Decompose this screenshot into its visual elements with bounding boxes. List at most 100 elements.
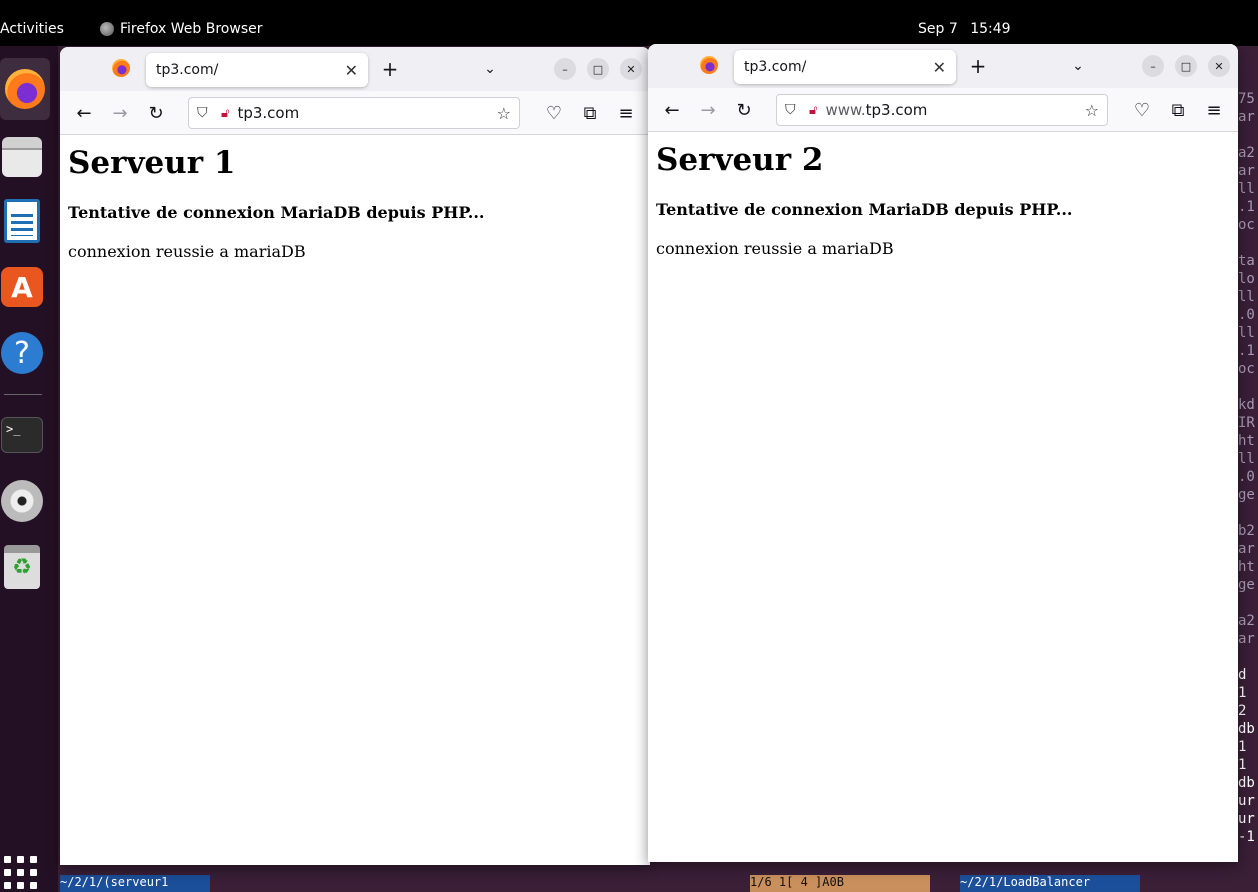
firefox-view-icon[interactable] xyxy=(700,56,718,74)
bookmark-star-icon[interactable]: ☆ xyxy=(1085,101,1099,120)
terminal-line: 2 xyxy=(1238,703,1247,719)
terminal-line: ar xyxy=(1238,631,1255,647)
tab-bar: tp3.com/ ✕ + ⌄ – □ ✕ xyxy=(648,44,1238,88)
terminal-line: 1 xyxy=(1238,685,1247,701)
terminal-line: ur xyxy=(1238,811,1255,827)
terminal-line: db xyxy=(1238,775,1255,791)
firefox-icon xyxy=(5,69,45,109)
bookmark-star-icon[interactable]: ☆ xyxy=(497,104,511,123)
terminal-line: a2 xyxy=(1238,613,1255,629)
url-domain: tp3.com xyxy=(865,101,928,119)
terminal-line: ht xyxy=(1238,433,1255,449)
reload-icon[interactable]: ↻ xyxy=(144,101,168,125)
dock-help[interactable]: ? xyxy=(1,332,43,374)
background-terminal-text: 75 ar a2 ar ll .1 oc ta lo ll .0 ll .1 oc kd IR ht ll.… xyxy=(1238,90,1255,846)
page-heading: Serveur 1 xyxy=(68,145,236,181)
active-app-label: Firefox Web Browser xyxy=(120,21,263,37)
url-bar[interactable]: ⛉ 🔓︎ www. tp3.com ☆ xyxy=(776,94,1108,126)
minimize-icon[interactable]: – xyxy=(1142,55,1164,77)
menu-hamburger-icon[interactable]: ≡ xyxy=(1202,98,1226,122)
connection-message: connexion reussie a mariaDB xyxy=(656,239,894,258)
back-arrow-icon[interactable]: ← xyxy=(72,101,96,125)
dock-dvd[interactable] xyxy=(1,480,43,522)
active-app-menu[interactable]: Firefox Web Browser xyxy=(100,21,263,37)
pocket-icon[interactable]: ♡ xyxy=(542,101,566,125)
dock-app-store[interactable]: A xyxy=(1,266,43,308)
top-bar: Activities Firefox Web Browser Sep 7 15:… xyxy=(0,0,1258,46)
terminal-line: ur xyxy=(1238,793,1255,809)
shield-icon[interactable]: ⛉ xyxy=(785,102,803,118)
tab-active[interactable]: tp3.com/ ✕ xyxy=(734,50,956,84)
dock-separator xyxy=(4,394,42,395)
dock-firefox[interactable] xyxy=(0,58,50,120)
firefox-view-icon[interactable] xyxy=(112,59,130,77)
terminal-line: ta xyxy=(1238,253,1255,269)
page-subheading: Tentative de connexion MariaDB depuis PH… xyxy=(656,200,1073,219)
clock-time: 15:49 xyxy=(970,21,1011,37)
terminal-line: oc xyxy=(1238,217,1255,233)
maximize-icon[interactable]: □ xyxy=(587,58,609,80)
insecure-lock-icon[interactable]: 🔓︎ xyxy=(221,106,229,121)
terminal-line: a2 xyxy=(1238,145,1255,161)
terminal-line: db xyxy=(1238,721,1255,737)
close-icon[interactable]: ✕ xyxy=(1208,55,1230,77)
terminal-line: ll xyxy=(1238,451,1255,467)
shield-icon[interactable]: ⛉ xyxy=(197,105,215,121)
tmux-status-left: ~/2/1/(serveur1 xyxy=(60,875,210,892)
terminal-line: ll xyxy=(1238,289,1255,305)
dock-writer[interactable] xyxy=(1,199,43,243)
trash-icon: ♻ xyxy=(4,545,40,589)
tmux-status-mid: 1/6 1[ 4 ]A0B xyxy=(750,875,930,892)
help-icon: ? xyxy=(1,332,43,374)
firefox-window-2[interactable]: tp3.com/ ✕ + ⌄ – □ ✕ ← → ↻ ⛉ 🔓︎ www. tp3… xyxy=(648,44,1238,862)
terminal-line: d xyxy=(1238,667,1247,683)
tab-close-icon[interactable]: ✕ xyxy=(933,58,946,77)
dvd-icon xyxy=(1,480,43,522)
tab-close-icon[interactable]: ✕ xyxy=(345,61,358,80)
firefox-app-icon xyxy=(100,22,114,36)
activities-button[interactable]: Activities xyxy=(0,21,64,37)
url-prefix: www. xyxy=(825,101,866,119)
terminal-line: ar xyxy=(1238,541,1255,557)
dock: A ? >_ ♻ xyxy=(0,46,58,892)
reload-icon[interactable]: ↻ xyxy=(732,98,756,122)
terminal-line: ge xyxy=(1238,487,1255,503)
nav-bar: ← → ↻ ⛉ 🔓︎ tp3.com ☆ ♡ ⧉ ≡ xyxy=(60,91,650,135)
terminal-line: lo xyxy=(1238,271,1255,287)
forward-arrow-icon[interactable]: → xyxy=(696,98,720,122)
terminal-line: -1 xyxy=(1238,829,1255,845)
clock[interactable]: Sep 7 15:49 xyxy=(918,21,1011,37)
terminal-line: .0 xyxy=(1238,307,1255,323)
terminal-line: ht xyxy=(1238,559,1255,575)
pocket-icon[interactable]: ♡ xyxy=(1130,98,1154,122)
new-tab-icon[interactable]: + xyxy=(966,54,990,78)
nav-bar: ← → ↻ ⛉ 🔓︎ www. tp3.com ☆ ♡ ⧉ ≡ xyxy=(648,88,1238,132)
tab-title: tp3.com/ xyxy=(156,62,219,78)
tab-active[interactable]: tp3.com/ ✕ xyxy=(146,53,368,87)
show-apps-grid-icon[interactable] xyxy=(2,854,38,890)
back-arrow-icon[interactable]: ← xyxy=(660,98,684,122)
extensions-icon[interactable]: ⧉ xyxy=(1166,98,1190,122)
tmux-status-right: ~/2/1/LoadBalancer xyxy=(960,875,1140,892)
extensions-icon[interactable]: ⧉ xyxy=(578,101,602,125)
terminal-line: .0 xyxy=(1238,469,1255,485)
list-tabs-chevron-down-icon[interactable]: ⌄ xyxy=(1066,54,1090,78)
tab-title: tp3.com/ xyxy=(744,59,807,75)
new-tab-icon[interactable]: + xyxy=(378,57,402,81)
menu-hamburger-icon[interactable]: ≡ xyxy=(614,101,638,125)
page-subheading: Tentative de connexion MariaDB depuis PH… xyxy=(68,203,485,222)
list-tabs-chevron-down-icon[interactable]: ⌄ xyxy=(478,57,502,81)
firefox-window-1[interactable]: tp3.com/ ✕ + ⌄ – □ ✕ ← → ↻ ⛉ 🔓︎ tp3.com … xyxy=(60,47,650,865)
forward-arrow-icon[interactable]: → xyxy=(108,101,132,125)
maximize-icon[interactable]: □ xyxy=(1175,55,1197,77)
dock-files[interactable] xyxy=(1,136,43,178)
close-icon[interactable]: ✕ xyxy=(620,58,642,80)
url-bar[interactable]: ⛉ 🔓︎ tp3.com ☆ xyxy=(188,97,520,129)
writer-icon xyxy=(4,199,40,243)
dock-trash[interactable]: ♻ xyxy=(1,545,43,589)
minimize-icon[interactable]: – xyxy=(554,58,576,80)
insecure-lock-icon[interactable]: 🔓︎ xyxy=(809,103,817,118)
dock-terminal[interactable]: >_ xyxy=(1,414,43,456)
page-content: Serveur 1 Tentative de connexion MariaDB… xyxy=(60,135,650,269)
